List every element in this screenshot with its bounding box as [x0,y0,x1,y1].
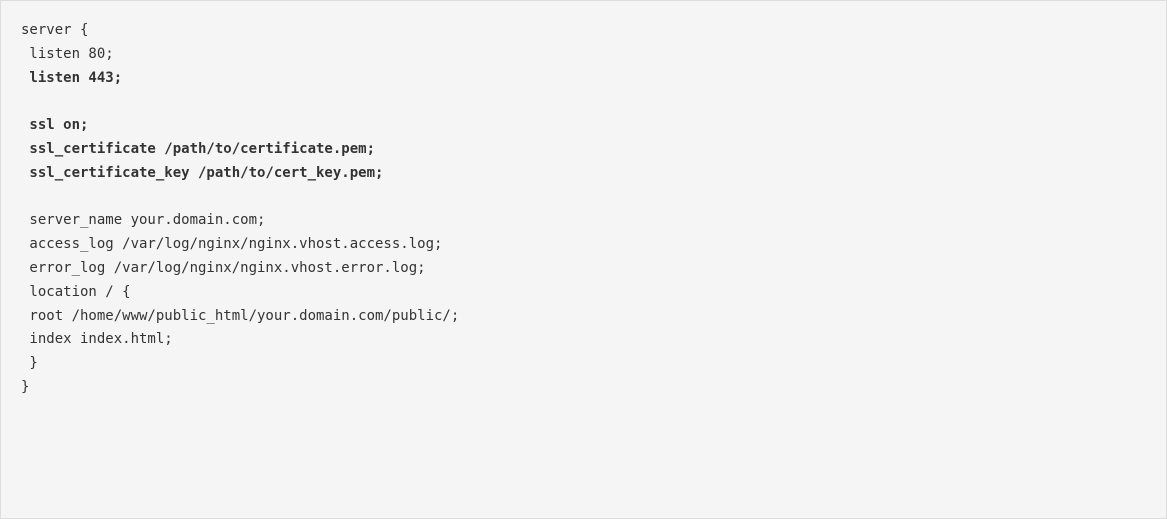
code-line: root /home/www/public_html/your.domain.c… [21,305,1146,329]
code-blank-line [21,90,1146,114]
code-line: listen 443; [21,67,1146,91]
code-line: access_log /var/log/nginx/nginx.vhost.ac… [21,233,1146,257]
code-line: } [21,352,1146,376]
code-line: ssl on; [21,114,1146,138]
code-line: ssl_certificate_key /path/to/cert_key.pe… [21,162,1146,186]
code-blank-line [21,186,1146,210]
code-line: error_log /var/log/nginx/nginx.vhost.err… [21,257,1146,281]
code-line: listen 80; [21,43,1146,67]
code-line: server_name your.domain.com; [21,209,1146,233]
code-line: } [21,376,1146,400]
code-line: location / { [21,281,1146,305]
code-line: ssl_certificate /path/to/certificate.pem… [21,138,1146,162]
code-line: index index.html; [21,328,1146,352]
nginx-config-code-block: server {listen 80;listen 443; ssl on;ssl… [0,0,1167,519]
code-line: server { [21,19,1146,43]
